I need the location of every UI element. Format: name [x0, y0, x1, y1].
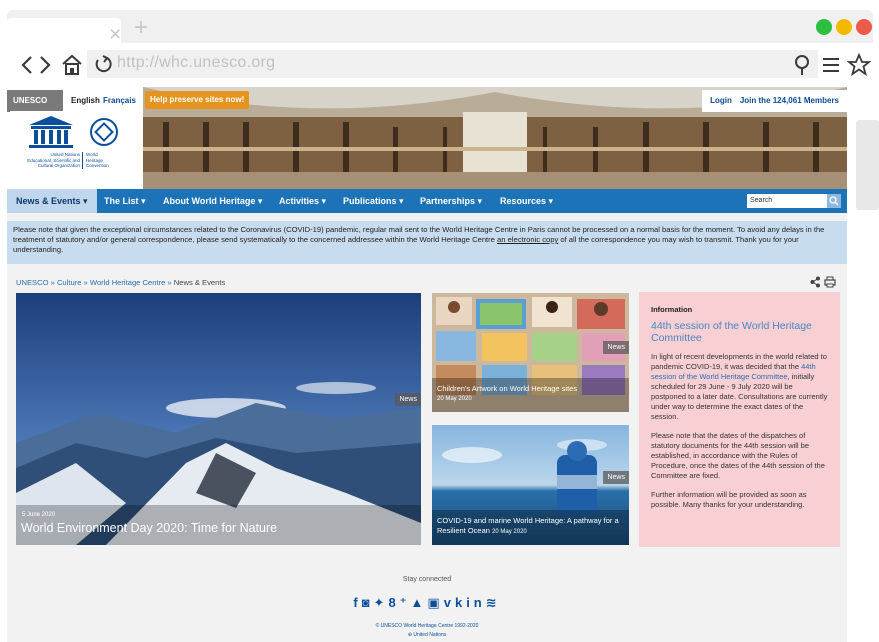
unesco-dropdown[interactable]: UNESCO: [7, 90, 63, 112]
unesco-logo[interactable]: United Nations Educational, Scientific a…: [10, 111, 140, 189]
social-links: f◙✦8⁺▲▣vkin≋: [7, 595, 847, 611]
page-tools: [810, 276, 836, 291]
breadcrumb: UNESCO » Culture » World Heritage Centre…: [16, 278, 225, 287]
information-panel: Information 44th session of the World He…: [639, 292, 840, 547]
news-card-marine-heritage[interactable]: News COVID-19 and marine World Heritage:…: [432, 425, 629, 545]
info-heading: Information: [651, 305, 693, 314]
account-links: Login Join the 124,061 Members: [702, 90, 847, 112]
help-preserve-button[interactable]: Help preserve sites now!: [145, 91, 250, 109]
menu-partnerships[interactable]: Partnerships ▾: [420, 189, 482, 213]
share-icon[interactable]: [810, 276, 821, 288]
google-plus-icon[interactable]: 8⁺: [388, 595, 410, 610]
card-title[interactable]: World Environment Day 2020: Time for Nat…: [21, 521, 277, 535]
card-date: 5 June 2020: [22, 512, 56, 518]
crumb-separator: »: [81, 278, 90, 287]
maximize-button[interactable]: [816, 19, 832, 35]
navigation-bar: http://whc.unesco.org: [7, 43, 873, 87]
news-card-environment-day[interactable]: News 5 June 2020 World Environment Day 2…: [16, 293, 421, 545]
news-card-childrens-artwork[interactable]: News Children's Artwork on World Heritag…: [432, 293, 629, 412]
card-title[interactable]: COVID-19 and marine World Heritage: A pa…: [437, 516, 627, 537]
children-artwork-photo: [432, 293, 629, 412]
logo-divider: [82, 152, 83, 169]
menu-about-world-heritage[interactable]: About World Heritage ▾: [163, 189, 262, 213]
menu-activities[interactable]: Activities ▾: [279, 189, 326, 213]
info-paragraph-3: Further information will be provided as …: [651, 490, 807, 509]
login-link[interactable]: Login: [710, 96, 732, 105]
crumb-current: News & Events: [173, 278, 226, 287]
whc-name: World Heritage Convention: [86, 152, 109, 169]
footer: Stay connected f◙✦8⁺▲▣vkin≋ © UNESCO Wor…: [7, 557, 847, 642]
crumb-unesco[interactable]: UNESCO: [16, 278, 49, 287]
world-heritage-emblem-icon: [90, 118, 118, 146]
card-title[interactable]: Children's Artwork on World Heritage sit…: [437, 384, 577, 393]
lang-english[interactable]: English: [71, 96, 100, 105]
card-title-text[interactable]: COVID-19 and marine World Heritage: A pa…: [437, 516, 619, 535]
education-icon[interactable]: ▲: [411, 595, 428, 610]
twitter-icon[interactable]: ✦: [374, 595, 389, 610]
card-date: 20 May 2020: [492, 529, 527, 535]
mountain-photo: [16, 293, 421, 545]
copyright: © UNESCO World Heritage Centre 1992-2020: [375, 623, 479, 629]
united-nations-label: ⊛ United Nations: [7, 632, 847, 638]
back-forward-icon[interactable]: [17, 54, 57, 76]
search-icon: [829, 196, 839, 206]
website: UNESCO English Français Help preserve si…: [7, 87, 847, 642]
news-badge: News: [603, 471, 629, 484]
bookmark-star-icon[interactable]: [847, 53, 871, 77]
address-bar[interactable]: http://whc.unesco.org: [87, 50, 818, 78]
minimize-button[interactable]: [836, 19, 852, 35]
info-paragraph-2: Please note that the dates of the dispat…: [651, 431, 825, 480]
home-icon[interactable]: [61, 54, 83, 76]
menu-news-events[interactable]: News & Events ▾: [7, 189, 97, 213]
close-tab-icon[interactable]: ×: [109, 24, 121, 45]
stay-connected-label: Stay connected: [402, 576, 452, 583]
facebook-icon[interactable]: f: [353, 595, 361, 610]
print-icon[interactable]: [824, 276, 836, 288]
search-input[interactable]: Search: [747, 194, 827, 208]
unesco-temple-icon: [29, 116, 73, 148]
whc-line-3: Convention: [86, 163, 109, 168]
browser-window: { "browser":{"url":"http://whc.unesco.or…: [0, 0, 879, 642]
crumb-separator: »: [165, 278, 174, 287]
linkedin-icon[interactable]: in: [466, 595, 486, 610]
join-link[interactable]: Join the 124,061 Members: [740, 96, 839, 105]
logo-line-3: Cultural Organization: [37, 163, 80, 168]
vk-icon[interactable]: vk: [444, 595, 466, 610]
scrollbar[interactable]: [856, 120, 879, 210]
card-date: 20 May 2020: [437, 396, 472, 402]
youtube-icon[interactable]: ▣: [427, 595, 443, 610]
url-text[interactable]: http://whc.unesco.org: [117, 54, 275, 72]
rss-icon[interactable]: ≋: [486, 595, 501, 610]
crumb-separator: »: [48, 278, 57, 287]
reload-icon[interactable]: [93, 54, 113, 74]
news-badge: News: [395, 393, 421, 406]
location-pin-icon[interactable]: [793, 54, 811, 76]
close-window-button[interactable]: [856, 19, 872, 35]
menu-resources[interactable]: Resources ▾: [500, 189, 553, 213]
info-title-link[interactable]: 44th session of the World Heritage Commi…: [651, 320, 828, 344]
lang-french[interactable]: Français: [103, 96, 136, 105]
main-menu: News & Events ▾ The List ▾ About World H…: [7, 189, 847, 213]
menu-the-list[interactable]: The List ▾: [104, 189, 146, 213]
unesco-name: United Nations Educational, Scientific a…: [10, 152, 80, 169]
instagram-icon[interactable]: ◙: [362, 595, 374, 610]
crumb-culture[interactable]: Culture: [57, 278, 81, 287]
search-button[interactable]: [827, 194, 841, 208]
info-paragraph-1: In light of recent developments in the w…: [651, 352, 828, 422]
menu-icon[interactable]: [822, 56, 840, 74]
crumb-whc[interactable]: World Heritage Centre: [90, 278, 165, 287]
browser-tab[interactable]: ×: [7, 18, 121, 45]
browser-chrome: × + http://whc.unesco.org: [7, 10, 873, 87]
electronic-copy-link[interactable]: an electronic copy: [497, 235, 558, 244]
new-tab-icon[interactable]: +: [134, 16, 148, 40]
menu-publications[interactable]: Publications ▾: [343, 189, 404, 213]
header-banner: UNESCO English Français Help preserve si…: [7, 87, 847, 189]
un-text: United Nations: [413, 632, 447, 638]
covid-notice: Please note that given the exceptional c…: [7, 221, 847, 264]
news-badge: News: [603, 341, 629, 354]
top-bar: UNESCO English Français Help preserve si…: [7, 90, 847, 112]
